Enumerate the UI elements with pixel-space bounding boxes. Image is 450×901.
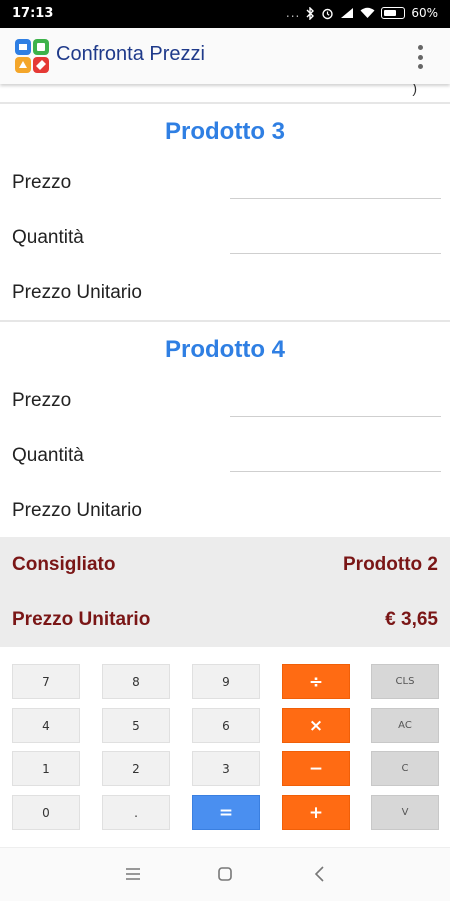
- digit-5-button[interactable]: 5: [102, 708, 170, 743]
- result-panel: Consigliato Prodotto 2 Prezzo Unitario €…: [0, 537, 450, 647]
- status-bar: 17:13 ... 60%: [0, 0, 450, 28]
- recommended-label: Consigliato: [12, 554, 116, 575]
- battery-icon: [381, 7, 406, 19]
- alarm-icon: [322, 8, 334, 19]
- add-button[interactable]: +: [282, 795, 350, 830]
- back-icon[interactable]: [308, 864, 332, 884]
- app-logo-icon: [15, 39, 49, 73]
- digit-3-button[interactable]: 3: [192, 751, 260, 786]
- best-unit-price-label: Prezzo Unitario: [12, 609, 151, 630]
- unit-price-label: Prezzo Unitario: [12, 282, 142, 303]
- product-card: Prodotto 3 Prezzo Quantità Prezzo Unitar…: [0, 104, 450, 322]
- price-label: Prezzo: [12, 172, 72, 193]
- clear-screen-button[interactable]: CLS: [371, 664, 439, 699]
- bluetooth-icon: [306, 6, 315, 20]
- app-title: Confronta Prezzi: [56, 43, 205, 65]
- wifi-icon: [360, 7, 375, 18]
- quantity-input[interactable]: [230, 471, 441, 472]
- status-icons: ... 60%: [286, 6, 438, 20]
- more-notifications-indicator: ...: [285, 6, 301, 20]
- product-list[interactable]: ) Prodotto 3 Prezzo Quantità Prezzo Unit…: [0, 80, 450, 540]
- menu-icon[interactable]: [121, 864, 145, 884]
- battery-percent: 60%: [411, 6, 438, 20]
- digit-0-button[interactable]: 0: [12, 795, 80, 830]
- quantity-label: Quantità: [12, 227, 84, 248]
- digit-7-button[interactable]: 7: [12, 664, 80, 699]
- digit-6-button[interactable]: 6: [192, 708, 260, 743]
- unit-price-label: Prezzo Unitario: [12, 500, 142, 521]
- overflow-menu-icon[interactable]: [410, 42, 430, 72]
- app-bar: Confronta Prezzi: [0, 28, 450, 84]
- quantity-label: Quantità: [12, 445, 84, 466]
- equals-button[interactable]: =: [192, 795, 260, 830]
- price-label: Prezzo: [12, 390, 72, 411]
- divide-button[interactable]: ÷: [282, 664, 350, 699]
- multiply-button[interactable]: ×: [282, 708, 350, 743]
- digit-9-button[interactable]: 9: [192, 664, 260, 699]
- best-unit-price-value: € 3,65: [385, 609, 438, 630]
- product-title: Prodotto 4: [165, 336, 285, 363]
- digit-4-button[interactable]: 4: [12, 708, 80, 743]
- digit-8-button[interactable]: 8: [102, 664, 170, 699]
- clear-button[interactable]: C: [371, 751, 439, 786]
- digit-1-button[interactable]: 1: [12, 751, 80, 786]
- subtract-button[interactable]: −: [282, 751, 350, 786]
- product-card: Prodotto 4 Prezzo Quantità Prezzo Unitar…: [0, 322, 450, 540]
- price-input[interactable]: [230, 416, 441, 417]
- all-clear-button[interactable]: AC: [371, 708, 439, 743]
- status-time: 17:13: [12, 6, 54, 21]
- product-title: Prodotto 3: [165, 118, 285, 145]
- quantity-input[interactable]: [230, 253, 441, 254]
- calculator-keypad: 7 8 9 ÷ CLS 4 5 6 × AC 1 2 3− C 0. = + V: [0, 647, 450, 847]
- recommended-value: Prodotto 2: [343, 554, 438, 575]
- square-root-button[interactable]: V: [371, 795, 439, 830]
- price-input[interactable]: [230, 198, 441, 199]
- previous-product-strip: ): [0, 80, 450, 104]
- digit-2-button[interactable]: 2: [102, 751, 170, 786]
- system-nav-bar: [0, 847, 450, 901]
- home-icon[interactable]: [213, 864, 237, 884]
- signal-icon: [341, 8, 354, 18]
- decimal-button[interactable]: .: [102, 795, 170, 830]
